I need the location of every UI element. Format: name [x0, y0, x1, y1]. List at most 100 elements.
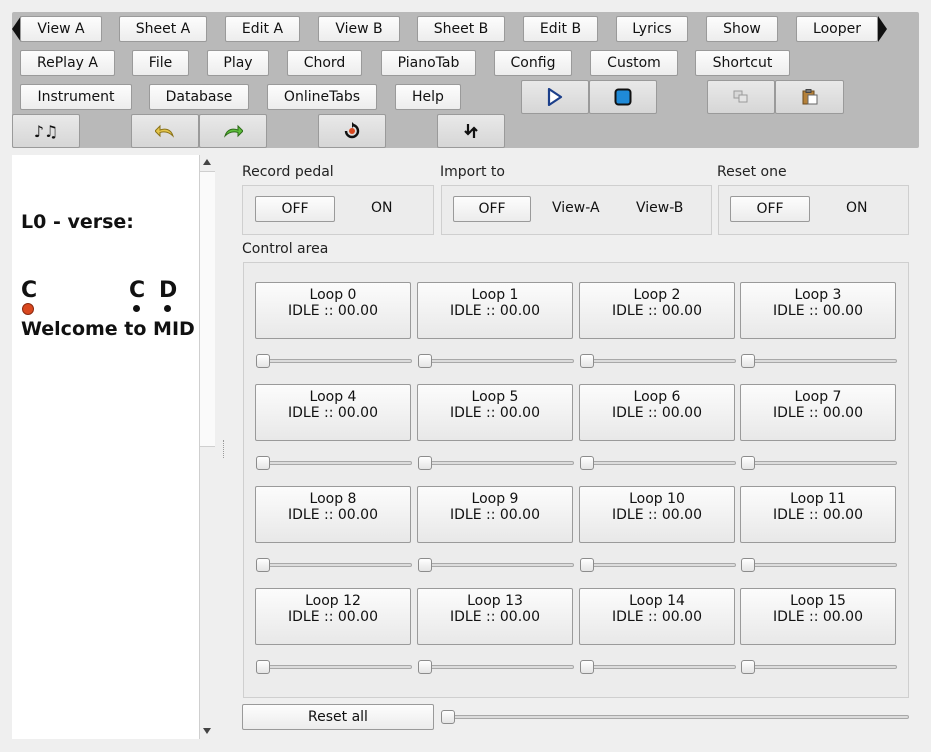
tab-replay-a[interactable]: RePlay A: [20, 50, 115, 76]
loop-button[interactable]: Loop 12 IDLE :: 00.00: [255, 588, 411, 645]
slider-handle[interactable]: [580, 456, 594, 470]
notes-button[interactable]: ♪♫: [12, 114, 80, 148]
slider-handle[interactable]: [256, 456, 270, 470]
tab-database[interactable]: Database: [149, 84, 249, 110]
slider-handle[interactable]: [256, 354, 270, 368]
tab-view-a[interactable]: View A: [20, 16, 102, 42]
copy-button[interactable]: [707, 80, 775, 114]
tab-help[interactable]: Help: [395, 84, 461, 110]
loop-button[interactable]: Loop 13 IDLE :: 00.00: [417, 588, 573, 645]
slider-handle[interactable]: [741, 660, 755, 674]
stop-button[interactable]: [589, 80, 657, 114]
slider-groove: [258, 563, 412, 567]
reset-one-on-option[interactable]: ON: [846, 200, 868, 216]
record-pedal-off-button[interactable]: OFF: [255, 196, 335, 222]
reset-one-off-button[interactable]: OFF: [730, 196, 810, 222]
tab-edit-a[interactable]: Edit A: [225, 16, 300, 42]
record-loop-icon: [344, 122, 360, 139]
import-to-view-a-option[interactable]: View-A: [552, 200, 600, 216]
undo-button[interactable]: [131, 114, 199, 148]
loop-button[interactable]: Loop 14 IDLE :: 00.00: [579, 588, 735, 645]
tab-sheet-b[interactable]: Sheet B: [417, 16, 505, 42]
slider-handle[interactable]: [256, 558, 270, 572]
tab-lyrics[interactable]: Lyrics: [616, 16, 688, 42]
loop-button[interactable]: Loop 2 IDLE :: 00.00: [579, 282, 735, 339]
loop-button[interactable]: Loop 3 IDLE :: 00.00: [740, 282, 896, 339]
slider-handle[interactable]: [441, 710, 455, 724]
sheet-view[interactable]: L0 - verse: C C D Welcome to MID: [12, 155, 199, 739]
loop-button[interactable]: Loop 7 IDLE :: 00.00: [740, 384, 896, 441]
tab-scroll-right-icon[interactable]: [878, 16, 887, 42]
slider-handle[interactable]: [741, 456, 755, 470]
scrollbar-thumb[interactable]: [200, 171, 215, 447]
loop-button[interactable]: Loop 8 IDLE :: 00.00: [255, 486, 411, 543]
scroll-down-arrow-icon[interactable]: [203, 728, 211, 734]
loop-volume-slider[interactable]: [580, 354, 736, 368]
loop-button[interactable]: Loop 5 IDLE :: 00.00: [417, 384, 573, 441]
loop-volume-slider[interactable]: [256, 558, 412, 572]
loop-volume-slider[interactable]: [256, 456, 412, 470]
reset-all-button[interactable]: Reset all: [242, 704, 434, 730]
tab-shortcut[interactable]: Shortcut: [695, 50, 790, 76]
tab-instrument[interactable]: Instrument: [20, 84, 132, 110]
tab-custom[interactable]: Custom: [590, 50, 678, 76]
slider-handle[interactable]: [418, 660, 432, 674]
tab-play[interactable]: Play: [207, 50, 269, 76]
tab-show[interactable]: Show: [706, 16, 778, 42]
sheet-scrollbar[interactable]: [199, 155, 215, 739]
redo-icon: [223, 124, 243, 138]
slider-handle[interactable]: [418, 456, 432, 470]
loop-volume-slider[interactable]: [741, 660, 897, 674]
loop-volume-slider[interactable]: [418, 558, 574, 572]
slider-handle[interactable]: [418, 558, 432, 572]
loop-button[interactable]: Loop 9 IDLE :: 00.00: [417, 486, 573, 543]
tab-onlinetabs[interactable]: OnlineTabs: [267, 84, 377, 110]
slider-handle[interactable]: [418, 354, 432, 368]
loop-volume-slider[interactable]: [256, 354, 412, 368]
loop-volume-slider[interactable]: [580, 558, 736, 572]
splitter-handle[interactable]: [223, 440, 225, 458]
paste-button[interactable]: [775, 80, 844, 114]
loop-button[interactable]: Loop 10 IDLE :: 00.00: [579, 486, 735, 543]
tab-looper[interactable]: Looper: [796, 16, 878, 42]
import-to-view-b-option[interactable]: View-B: [636, 200, 683, 216]
loop-button[interactable]: Loop 15 IDLE :: 00.00: [740, 588, 896, 645]
loop-volume-slider[interactable]: [580, 456, 736, 470]
redo-button[interactable]: [199, 114, 267, 148]
slider-handle[interactable]: [580, 558, 594, 572]
loop-button[interactable]: Loop 0 IDLE :: 00.00: [255, 282, 411, 339]
loop-volume-slider[interactable]: [580, 660, 736, 674]
scroll-up-arrow-icon[interactable]: [203, 159, 211, 165]
loop-volume-slider[interactable]: [741, 354, 897, 368]
tab-pianotab[interactable]: PianoTab: [381, 50, 476, 76]
record-loop-button[interactable]: [318, 114, 386, 148]
loop-button[interactable]: Loop 4 IDLE :: 00.00: [255, 384, 411, 441]
tab-config[interactable]: Config: [494, 50, 572, 76]
loop-button[interactable]: Loop 11 IDLE :: 00.00: [740, 486, 896, 543]
loop-volume-slider[interactable]: [418, 354, 574, 368]
loop-button[interactable]: Loop 6 IDLE :: 00.00: [579, 384, 735, 441]
tab-view-b[interactable]: View B: [318, 16, 400, 42]
slider-handle[interactable]: [741, 558, 755, 572]
reset-all-slider[interactable]: [441, 710, 909, 724]
tab-sheet-a[interactable]: Sheet A: [119, 16, 207, 42]
loop-volume-slider[interactable]: [741, 456, 897, 470]
record-pedal-on-option[interactable]: ON: [371, 200, 393, 216]
slider-handle[interactable]: [580, 354, 594, 368]
import-to-off-button[interactable]: OFF: [453, 196, 531, 222]
play-button[interactable]: [521, 80, 589, 114]
slider-groove: [420, 665, 574, 669]
loop-button[interactable]: Loop 1 IDLE :: 00.00: [417, 282, 573, 339]
loop-volume-slider[interactable]: [418, 660, 574, 674]
tab-chord[interactable]: Chord: [287, 50, 362, 76]
loop-volume-slider[interactable]: [256, 660, 412, 674]
loop-volume-slider[interactable]: [418, 456, 574, 470]
slider-handle[interactable]: [256, 660, 270, 674]
slider-groove: [582, 359, 736, 363]
tab-edit-b[interactable]: Edit B: [523, 16, 598, 42]
loop-volume-slider[interactable]: [741, 558, 897, 572]
tab-file[interactable]: File: [132, 50, 189, 76]
slider-handle[interactable]: [580, 660, 594, 674]
slider-handle[interactable]: [741, 354, 755, 368]
swap-button[interactable]: [437, 114, 505, 148]
